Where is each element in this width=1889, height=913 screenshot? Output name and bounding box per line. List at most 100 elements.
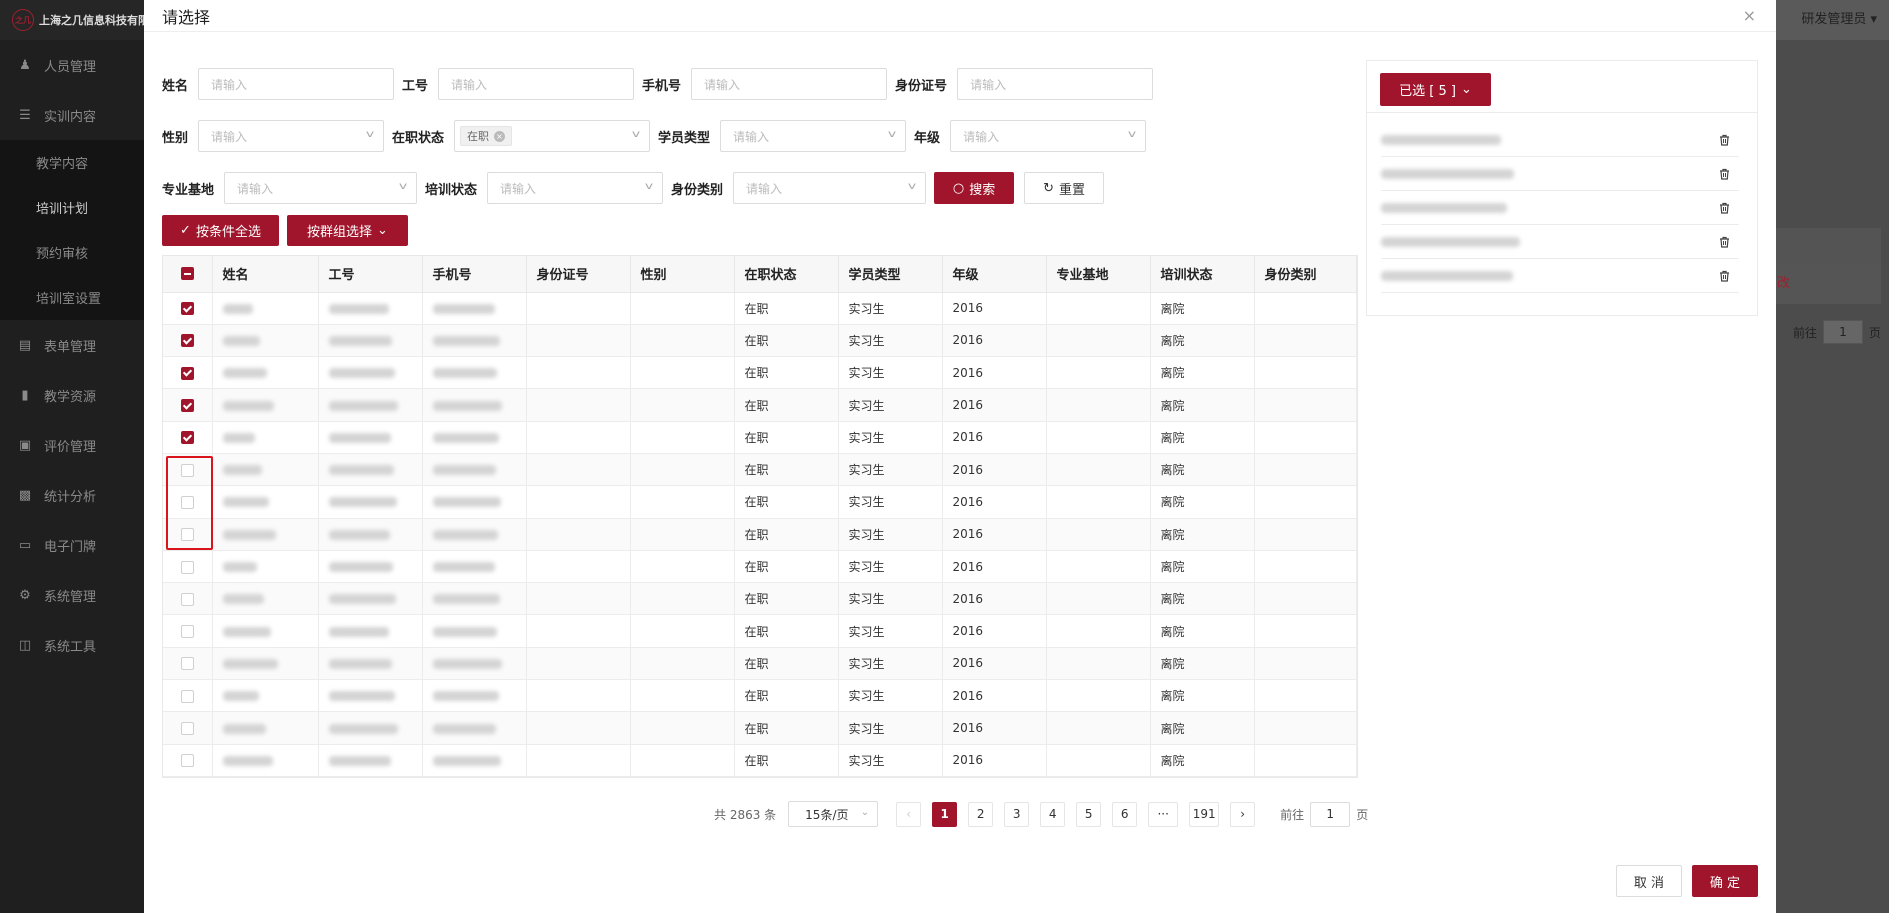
row-checkbox[interactable] <box>180 657 194 671</box>
train-status-select[interactable]: 请输入 v <box>487 172 664 204</box>
row-checkbox[interactable] <box>180 592 194 606</box>
select-by-group-button[interactable]: 按群组选择 ⌄ <box>287 215 408 246</box>
search-button[interactable]: ○ 搜索 <box>934 172 1015 204</box>
table-row[interactable]: 在职 实习生 2016 离院 <box>163 324 1357 358</box>
table-row[interactable]: 在职 实习生 2016 离院 <box>163 292 1357 325</box>
row-checkbox[interactable] <box>180 302 194 316</box>
sidebar-item-1[interactable]: ☰ 实训内容 <box>0 90 144 140</box>
app-sidebar: 之几 上海之几信息科技有限 ♟ 人员管理 ☰ 实训内容 教学内容 培训计划 预约审核 培训室设… <box>0 0 144 913</box>
row-checkbox[interactable] <box>180 625 194 639</box>
redacted-job-no <box>328 594 396 605</box>
redacted-name <box>222 400 274 411</box>
group-select-label: 按群组选择 <box>307 225 373 240</box>
sidebar-item-6[interactable]: ▭ 电子门牌 <box>0 520 144 570</box>
cell-status: 在职 <box>734 453 839 487</box>
row-checkbox[interactable] <box>180 528 194 542</box>
row-checkbox[interactable] <box>180 722 194 735</box>
page-button[interactable]: 1 <box>932 801 958 827</box>
goto-input[interactable]: 1 <box>1310 801 1351 827</box>
sidebar-item-4[interactable]: ▣ 评价管理 <box>0 420 144 470</box>
name-input[interactable]: 请输入 <box>198 68 395 100</box>
base-select[interactable]: 请输入 v <box>224 172 418 204</box>
row-checkbox[interactable] <box>180 495 194 509</box>
user-menu[interactable]: 研发管理员 ▾ <box>1801 8 1877 27</box>
prev-page-button[interactable]: ‹ <box>896 801 922 827</box>
submenu-item-0[interactable]: 教学内容 <box>0 140 144 185</box>
table-row[interactable]: 在职 实习生 2016 离院 <box>163 582 1357 616</box>
table-row[interactable]: 在职 实习生 2016 离院 <box>163 485 1357 519</box>
redacted-name <box>222 626 271 637</box>
row-checkbox[interactable] <box>180 366 194 380</box>
submenu-item-2[interactable]: 预约审核 <box>0 230 144 275</box>
redacted-phone <box>432 691 499 702</box>
sidebar-item-7[interactable]: ⚙ 系统管理 <box>0 570 144 620</box>
more-pages-button[interactable]: ··· <box>1148 801 1179 827</box>
phone-input[interactable]: 请输入 <box>691 68 888 100</box>
table-row[interactable]: 在职 实习生 2016 离院 <box>163 388 1357 422</box>
cell-status: 在职 <box>734 679 839 713</box>
tag-close-icon[interactable]: × <box>494 130 506 142</box>
bg-edit-link[interactable]: 改 <box>1771 264 1881 304</box>
page-button[interactable]: 5 <box>1076 801 1102 827</box>
next-page-button[interactable]: › <box>1230 801 1256 827</box>
id-no-input[interactable]: 请输入 <box>957 68 1154 100</box>
trash-icon[interactable] <box>1717 167 1731 181</box>
table-row[interactable]: 在职 实习生 2016 离院 <box>163 550 1357 584</box>
row-checkbox[interactable] <box>180 560 194 574</box>
table-row[interactable]: 在职 实习生 2016 离院 <box>163 356 1357 390</box>
job-no-input[interactable]: 请输入 <box>438 68 635 100</box>
page-button[interactable]: 4 <box>1040 801 1066 827</box>
header-checkbox[interactable] <box>180 267 194 281</box>
table-row[interactable]: 在职 实习生 2016 离院 <box>163 647 1357 681</box>
table-row[interactable]: 在职 实习生 2016 离院 <box>163 711 1357 745</box>
row-checkbox[interactable] <box>180 463 194 477</box>
sidebar-item-8[interactable]: ◫ 系统工具 <box>0 620 144 670</box>
page-size-select[interactable]: 15条/页 ⌄ <box>788 801 879 827</box>
grade-select[interactable]: 请输入 v <box>950 120 1147 152</box>
trash-icon[interactable] <box>1717 235 1731 249</box>
select-all-by-condition-button[interactable]: ✓ 按条件全选 <box>162 215 279 246</box>
page-button[interactable]: 3 <box>1004 801 1030 827</box>
bg-goto-input[interactable]: 1 <box>1822 320 1863 344</box>
page-button[interactable]: 6 <box>1112 801 1138 827</box>
row-checkbox-cell <box>163 388 213 422</box>
status-select[interactable]: 在职 × v <box>454 120 651 152</box>
sidebar-item-0[interactable]: ♟ 人员管理 <box>0 40 144 90</box>
row-checkbox[interactable] <box>180 689 194 703</box>
row-checkbox[interactable] <box>180 431 194 445</box>
table-row[interactable]: 在职 实习生 2016 离院 <box>163 421 1357 454</box>
table-actions: ✓ 按条件全选 按群组选择 ⌄ <box>162 215 408 246</box>
close-icon[interactable]: × <box>1743 6 1756 25</box>
student-type-select[interactable]: 请输入 v <box>720 120 907 152</box>
side-menu: ♟ 人员管理 ☰ 实训内容 教学内容 培训计划 预约审核 培训室设置 ▤ 表单管理 ▮ 教学资源 ▣ 评价… <box>0 40 144 670</box>
page-button[interactable]: 191 <box>1189 801 1220 827</box>
submenu-item-3[interactable]: 培训室设置 <box>0 275 144 320</box>
table-row[interactable]: 在职 实习生 2016 离院 <box>163 453 1357 487</box>
sidebar-item-3[interactable]: ▮ 教学资源 <box>0 370 144 420</box>
table-row[interactable]: 在职 实习生 2016 离院 <box>163 614 1357 648</box>
gender-select[interactable]: 请输入 v <box>198 120 385 152</box>
redacted-name <box>222 723 266 734</box>
selected-item <box>1381 225 1739 259</box>
col-name: 姓名 <box>212 256 319 293</box>
table-row[interactable]: 在职 实习生 2016 离院 <box>163 744 1357 777</box>
page-button[interactable]: 2 <box>968 801 994 827</box>
row-checkbox[interactable] <box>180 334 194 348</box>
confirm-button[interactable]: 确 定 <box>1692 865 1758 897</box>
table-row[interactable]: 在职 实习生 2016 离院 <box>163 518 1357 551</box>
trash-icon[interactable] <box>1717 269 1731 283</box>
trash-icon[interactable] <box>1717 133 1731 147</box>
sidebar-item-2[interactable]: ▤ 表单管理 <box>0 320 144 370</box>
sidebar-item-5[interactable]: ▩ 统计分析 <box>0 470 144 520</box>
row-checkbox[interactable] <box>180 399 194 413</box>
reset-button[interactable]: ↻ 重置 <box>1024 172 1105 204</box>
id-type-select[interactable]: 请输入 v <box>733 172 927 204</box>
submenu-item-1[interactable]: 培训计划 <box>0 185 144 230</box>
cancel-button[interactable]: 取 消 <box>1616 865 1682 897</box>
cell-phone <box>422 711 527 745</box>
trash-icon[interactable] <box>1717 201 1731 215</box>
table-row[interactable]: 在职 实习生 2016 离院 <box>163 679 1357 713</box>
selected-dropdown-button[interactable]: 已选 [ 5 ] ⌄ <box>1380 73 1491 106</box>
redacted-job-no <box>328 368 395 379</box>
row-checkbox[interactable] <box>180 754 194 768</box>
